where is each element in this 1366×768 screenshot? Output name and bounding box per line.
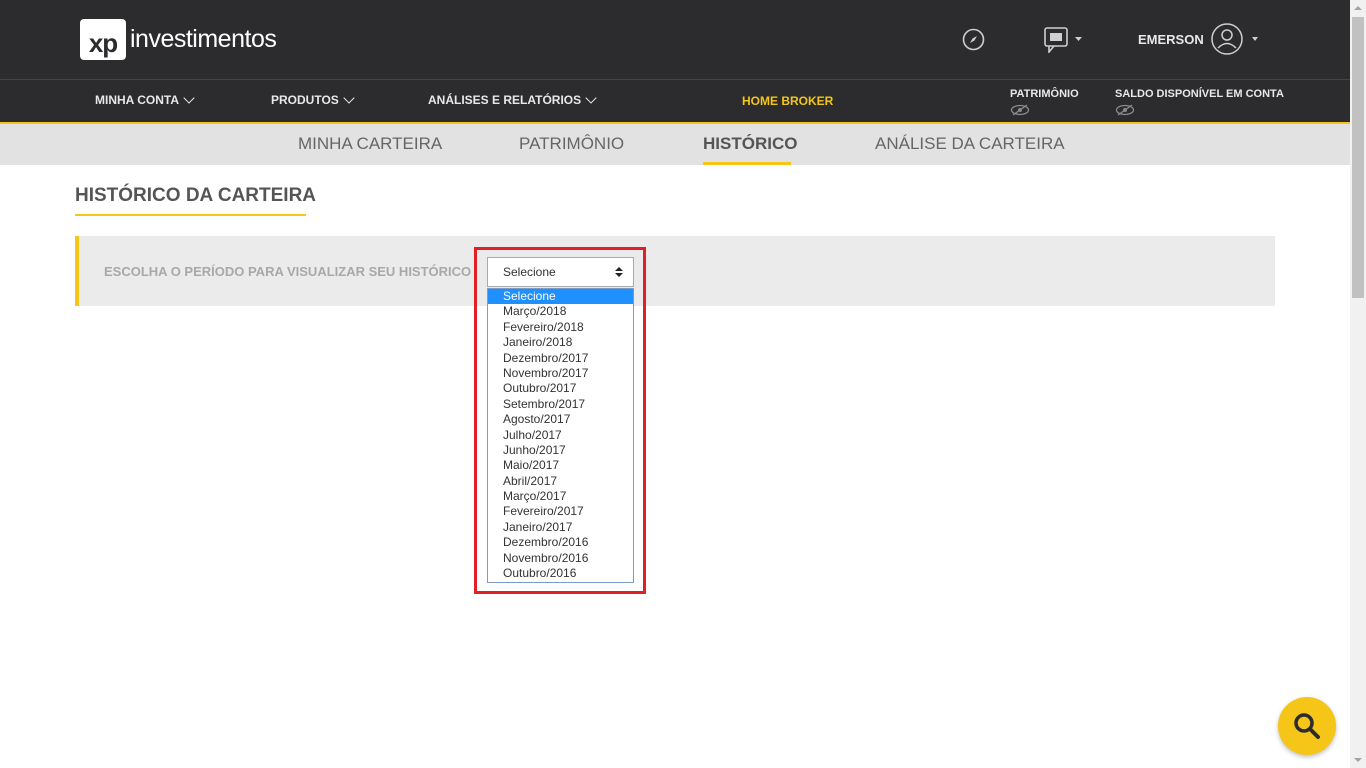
eye-hidden-icon[interactable]	[1010, 104, 1030, 116]
user-name[interactable]: EMERSON	[1138, 32, 1204, 47]
logo-mark: xp	[80, 18, 126, 60]
title-underline	[75, 214, 306, 216]
saldo-label: SALDO DISPONÍVEL EM CONTA	[1115, 88, 1284, 100]
nav-analises[interactable]: ANÁLISES E RELATÓRIOS	[428, 92, 597, 107]
chevron-down-icon	[343, 92, 355, 104]
patrimonio-label: PATRIMÔNIO	[1010, 88, 1079, 100]
tab-analise-carteira[interactable]: ANÁLISE DA CARTEIRA	[875, 134, 1065, 154]
avatar-icon[interactable]	[1211, 23, 1243, 55]
scroll-down-icon[interactable]	[1354, 758, 1362, 762]
chevron-down-icon	[585, 92, 597, 104]
nav-minha-conta-label: MINHA CONTA	[95, 93, 179, 107]
nav-produtos[interactable]: PRODUTOS	[271, 92, 355, 107]
period-label: ESCOLHA O PERÍODO PARA VISUALIZAR SEU HI…	[104, 264, 472, 279]
sub-navigation	[0, 124, 1350, 165]
logo-text: investimentos	[130, 24, 277, 53]
tab-historico[interactable]: HISTÓRICO	[703, 134, 797, 154]
header-divider	[0, 79, 1350, 80]
compass-icon[interactable]	[962, 28, 985, 51]
chevron-down-icon	[183, 92, 195, 104]
page-title: HISTÓRICO DA CARTEIRA	[75, 185, 317, 206]
tab-patrimonio[interactable]: PATRIMÔNIO	[519, 134, 624, 154]
scroll-up-icon[interactable]	[1354, 6, 1362, 10]
nav-minha-conta[interactable]: MINHA CONTA	[95, 92, 195, 107]
nav-produtos-label: PRODUTOS	[271, 93, 339, 107]
search-fab-button[interactable]	[1278, 697, 1336, 755]
xp-logo[interactable]: xp investimentos	[80, 18, 277, 60]
eye-hidden-icon[interactable]	[1115, 104, 1135, 116]
chat-icon[interactable]	[1044, 27, 1084, 53]
search-icon	[1294, 713, 1320, 739]
active-tab-indicator	[703, 162, 791, 165]
highlight-annotation	[474, 247, 646, 594]
nav-analises-label: ANÁLISES E RELATÓRIOS	[428, 93, 582, 107]
home-broker-link[interactable]: HOME BROKER	[742, 94, 833, 108]
tab-minha-carteira[interactable]: MINHA CARTEIRA	[298, 134, 442, 154]
scrollbar-thumb[interactable]	[1352, 17, 1364, 298]
user-menu-caret-icon[interactable]	[1252, 37, 1258, 41]
